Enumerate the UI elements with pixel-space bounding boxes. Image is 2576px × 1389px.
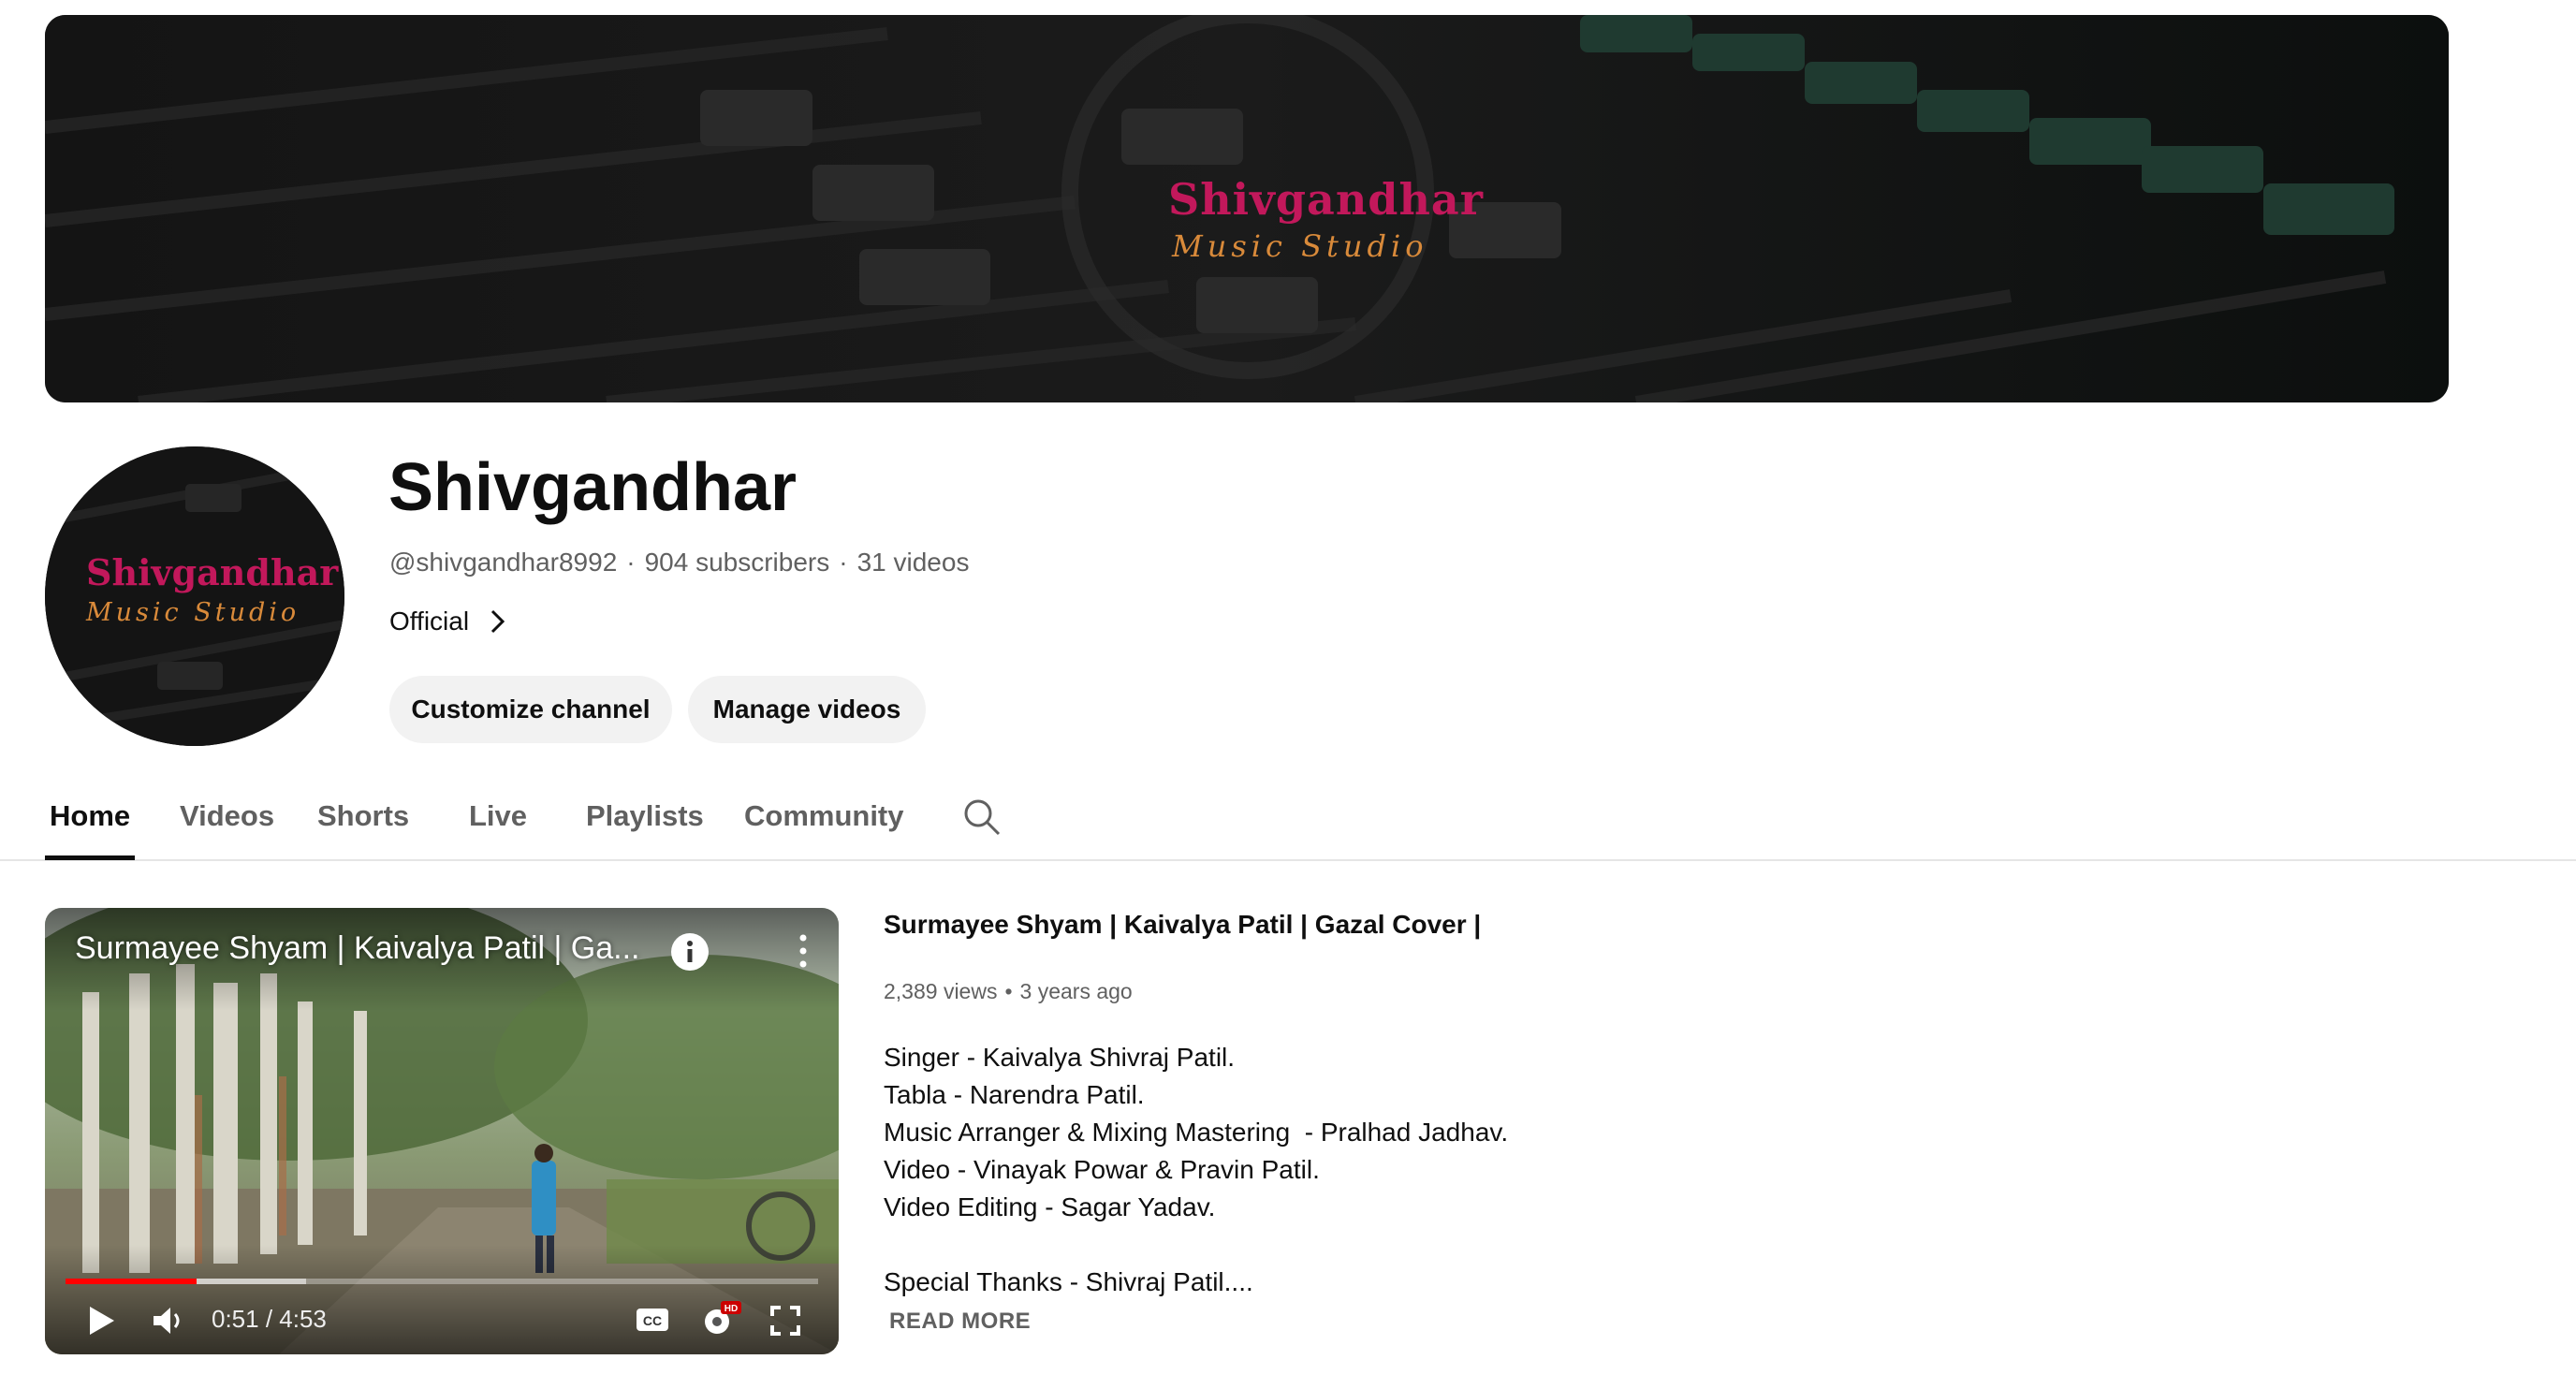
player-overlay-title[interactable]: Surmayee Shyam | Kaivalya Patil | Ga...	[75, 930, 639, 967]
featured-video-title[interactable]: Surmayee Shyam | Kaivalya Patil | Gazal …	[884, 910, 1481, 940]
featured-video-description: Singer - Kaivalya Shivraj Patil. Tabla -…	[884, 1043, 1509, 1296]
customize-channel-button[interactable]: Customize channel	[389, 676, 672, 743]
channel-avatar[interactable]: Shivgandhar Music Studio	[45, 446, 344, 746]
volume-icon[interactable]	[152, 1305, 185, 1337]
captions-icon[interactable]: CC	[635, 1305, 670, 1335]
settings-icon[interactable]: HD	[700, 1299, 741, 1338]
channel-tabs: Home Videos Shorts Live Playlists Commun…	[0, 786, 2576, 861]
avatar-background	[45, 446, 344, 746]
fullscreen-icon[interactable]	[769, 1305, 801, 1337]
official-label: Official	[389, 607, 470, 636]
manage-videos-button[interactable]: Manage videos	[688, 676, 926, 743]
banner-logo: Shivgandhar Music Studio	[1093, 24, 1496, 402]
tab-live[interactable]: Live	[469, 799, 527, 833]
view-count: 2,389 views	[884, 979, 998, 1003]
tab-playlists[interactable]: Playlists	[586, 799, 704, 833]
channel-name: Shivgandhar	[388, 450, 798, 525]
avatar-logo-subtitle: Music Studio	[86, 598, 300, 627]
video-count: 31 videos	[856, 548, 970, 577]
meta-separator: ·	[839, 548, 848, 577]
chevron-right-icon	[491, 609, 505, 634]
info-icon[interactable]	[670, 932, 710, 972]
banner-logo-title: Shivgandhar	[1168, 174, 1484, 225]
hd-badge: HD	[724, 1304, 738, 1314]
channel-meta: @shivgandhar8992 · 904 subscribers · 31 vide…	[389, 548, 969, 578]
video-frame	[45, 908, 839, 1354]
banner-logo-subtitle: Music Studio	[1172, 228, 1428, 264]
tab-shorts[interactable]: Shorts	[317, 799, 409, 833]
featured-video-player[interactable]: Surmayee Shyam | Kaivalya Patil | Ga... …	[45, 908, 839, 1354]
svg-text:CC: CC	[643, 1313, 662, 1328]
upload-age: 3 years ago	[1019, 979, 1133, 1003]
search-icon[interactable]	[962, 797, 1002, 837]
tab-videos[interactable]: Videos	[180, 799, 274, 833]
video-progress-bar[interactable]	[66, 1279, 818, 1284]
avatar-logo-title: Shivgandhar	[86, 551, 339, 593]
read-more-link[interactable]: READ MORE	[889, 1309, 1031, 1335]
active-tab-indicator	[45, 855, 135, 860]
meta-separator: ·	[626, 548, 636, 577]
play-icon[interactable]	[86, 1305, 116, 1337]
tab-community[interactable]: Community	[744, 799, 904, 833]
channel-handle: @shivgandhar8992	[389, 548, 618, 577]
subscriber-count: 904 subscribers	[644, 548, 830, 577]
featured-video-meta: 2,389 views • 3 years ago	[884, 979, 1133, 1004]
tab-home[interactable]: Home	[50, 799, 130, 833]
video-time: 0:51 / 4:53	[212, 1305, 327, 1333]
more-options-icon[interactable]	[794, 930, 812, 972]
channel-about-link[interactable]: Official	[389, 607, 508, 636]
progress-played	[66, 1279, 197, 1284]
meta-dot: •	[1004, 979, 1013, 1003]
channel-banner: Shivgandhar Music Studio	[45, 15, 2449, 402]
